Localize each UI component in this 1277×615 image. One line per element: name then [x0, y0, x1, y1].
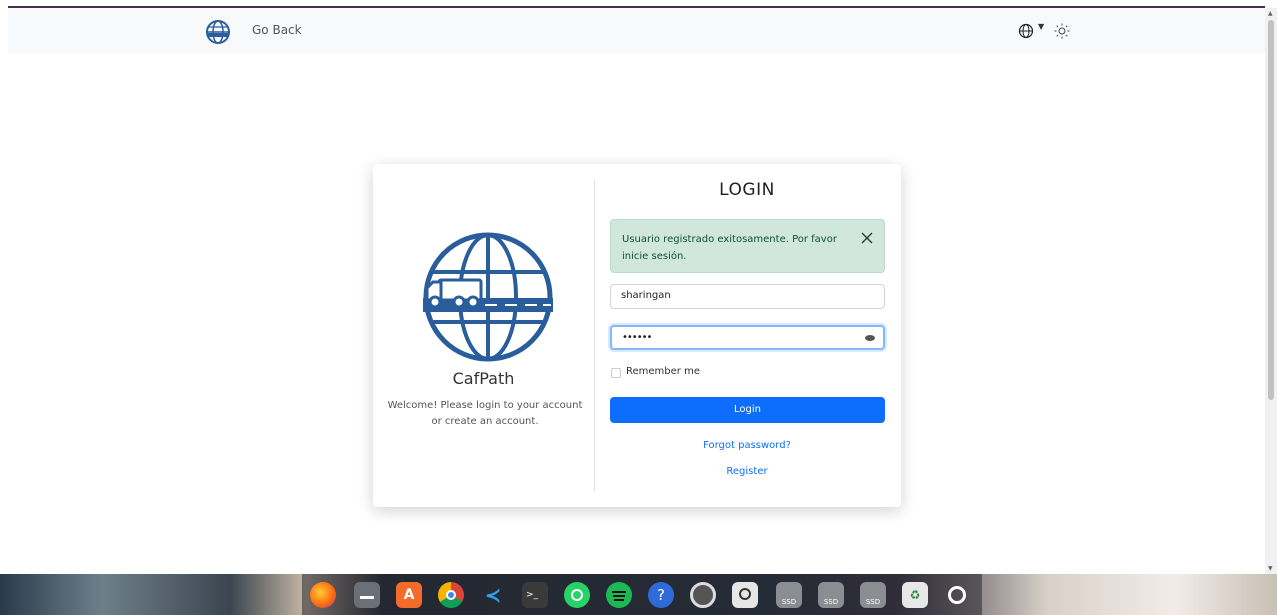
login-title: LOGIN — [719, 180, 775, 200]
app-center-icon[interactable]: A — [396, 582, 422, 608]
scroll-thumb[interactable] — [1268, 20, 1274, 400]
brand-name: CafPath — [452, 369, 515, 388]
register-link[interactable]: Register — [609, 466, 885, 477]
welcome-text: Welcome! Please login to your account or… — [387, 400, 583, 427]
language-globe-icon[interactable] — [1018, 23, 1034, 39]
scroll-up-arrow-icon[interactable]: ▲ — [1268, 10, 1273, 17]
go-back-link[interactable]: Go Back — [252, 23, 302, 37]
screenshot-icon[interactable] — [732, 582, 758, 608]
whatsapp-icon[interactable] — [564, 582, 590, 608]
files-icon[interactable] — [354, 582, 380, 608]
ssd-drive-icon[interactable]: SSD — [818, 582, 844, 608]
close-icon[interactable] — [860, 231, 874, 245]
desktop-taskbar: A ≺ >_ ? SSD SSD SSD ♻ — [0, 574, 1277, 615]
forgot-password-link[interactable]: Forgot password? — [609, 440, 885, 451]
ssd-drive-icon[interactable]: SSD — [860, 582, 886, 608]
alert-message: Usuario registrado exitosamente. Por fav… — [622, 234, 837, 262]
chrome-icon[interactable] — [438, 582, 464, 608]
dock: A ≺ >_ ? SSD SSD SSD ♻ — [302, 574, 982, 615]
ssd-drive-icon[interactable]: SSD — [776, 582, 802, 608]
trash-icon[interactable]: ♻ — [902, 582, 928, 608]
login-card: CafPath Welcome! Please login to your ac… — [373, 164, 901, 507]
cafpath-logo-icon — [423, 232, 553, 362]
vscode-icon[interactable]: ≺ — [480, 582, 506, 608]
eye-icon[interactable] — [865, 335, 875, 341]
page-scrollbar[interactable]: ▲ ▼ — [1265, 8, 1277, 574]
scroll-down-arrow-icon[interactable]: ▼ — [1268, 565, 1273, 572]
success-alert: Usuario registrado exitosamente. Por fav… — [610, 219, 885, 273]
terminal-icon[interactable]: >_ — [522, 582, 548, 608]
login-button[interactable]: Login — [610, 397, 885, 423]
ubuntu-icon[interactable] — [944, 582, 970, 608]
spotify-icon[interactable] — [606, 582, 632, 608]
password-value: •••••• — [622, 332, 652, 343]
firefox-icon[interactable] — [310, 582, 336, 608]
settings-icon[interactable] — [690, 582, 716, 608]
top-navbar: Go Back ▼ — [8, 8, 1265, 53]
window-top-border — [0, 0, 1277, 8]
username-input[interactable]: sharingan — [610, 284, 885, 309]
remember-me-checkbox[interactable] — [611, 368, 621, 378]
help-icon[interactable]: ? — [648, 582, 674, 608]
globe-logo-icon[interactable] — [205, 19, 231, 45]
password-input[interactable]: •••••• — [610, 325, 885, 350]
caret-down-icon[interactable]: ▼ — [1038, 22, 1044, 31]
vertical-divider — [594, 180, 595, 491]
sun-icon[interactable] — [1053, 22, 1071, 40]
remember-me-label[interactable]: Remember me — [626, 366, 700, 377]
